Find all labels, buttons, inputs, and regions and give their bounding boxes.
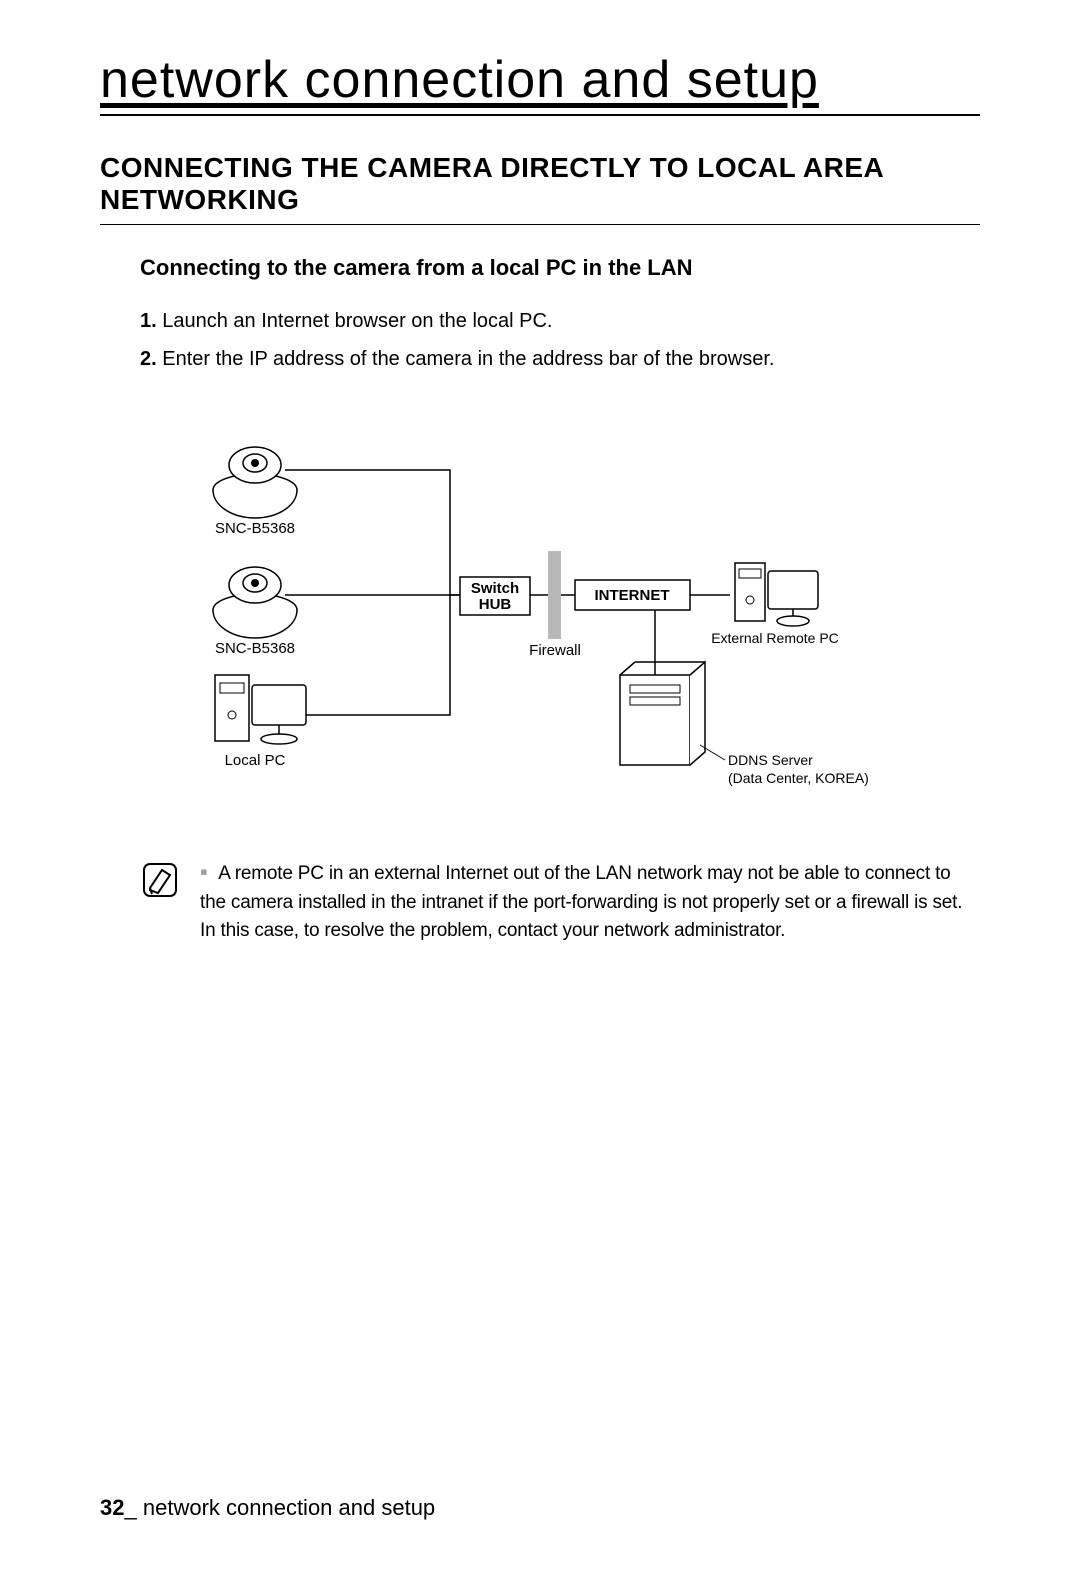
page-footer: 32_ network connection and setup	[100, 1495, 435, 1521]
page-number: 32	[100, 1495, 124, 1520]
camera1-label: SNC-B5368	[215, 520, 295, 537]
internet-label: INTERNET	[595, 587, 670, 604]
firewall-label: Firewall	[529, 642, 581, 659]
note-block: ▪ A remote PC in an external Internet ou…	[140, 860, 980, 946]
step-text: Launch an Internet browser on the local …	[162, 310, 552, 332]
subsection-title: Connecting to the camera from a local PC…	[140, 255, 980, 281]
step-item: 1. Launch an Internet browser on the loc…	[140, 305, 980, 337]
manual-page: network connection and setup CONNECTING …	[0, 0, 1080, 1571]
section-title: CONNECTING THE CAMERA DIRECTLY TO LOCAL …	[100, 152, 980, 225]
note-text: A remote PC in an external Internet out …	[200, 863, 962, 941]
note-content: ▪ A remote PC in an external Internet ou…	[200, 860, 980, 946]
diagram-svg: SNC-B5368 SNC-B5368 Local PC	[160, 415, 920, 815]
local-pc-label: Local PC	[225, 752, 286, 769]
footer-sep: _	[124, 1495, 136, 1520]
chapter-title: network connection and setup	[100, 50, 980, 116]
step-number: 2.	[140, 348, 157, 370]
step-item: 2. Enter the IP address of the camera in…	[140, 343, 980, 375]
local-pc-icon	[215, 675, 306, 744]
external-pc-label: External Remote PC	[711, 630, 839, 646]
camera-icon	[213, 447, 297, 518]
ddns-label1: DDNS Server	[728, 752, 813, 768]
step-text: Enter the IP address of the camera in th…	[162, 348, 774, 370]
camera2-label: SNC-B5368	[215, 640, 295, 657]
switch-hub-label1: Switch	[471, 580, 519, 597]
network-diagram: SNC-B5368 SNC-B5368 Local PC	[160, 415, 940, 820]
steps-list: 1. Launch an Internet browser on the loc…	[140, 305, 980, 375]
camera-icon	[213, 567, 297, 638]
ddns-label2: (Data Center, KOREA)	[728, 770, 869, 786]
ddns-server-icon	[620, 662, 705, 765]
footer-label: network connection and setup	[143, 1495, 435, 1520]
note-icon	[140, 860, 180, 900]
bullet-icon: ▪	[200, 859, 208, 884]
switch-hub-label2: HUB	[479, 596, 512, 613]
firewall-bar	[548, 551, 561, 639]
step-number: 1.	[140, 310, 157, 332]
external-pc-icon	[735, 563, 818, 626]
